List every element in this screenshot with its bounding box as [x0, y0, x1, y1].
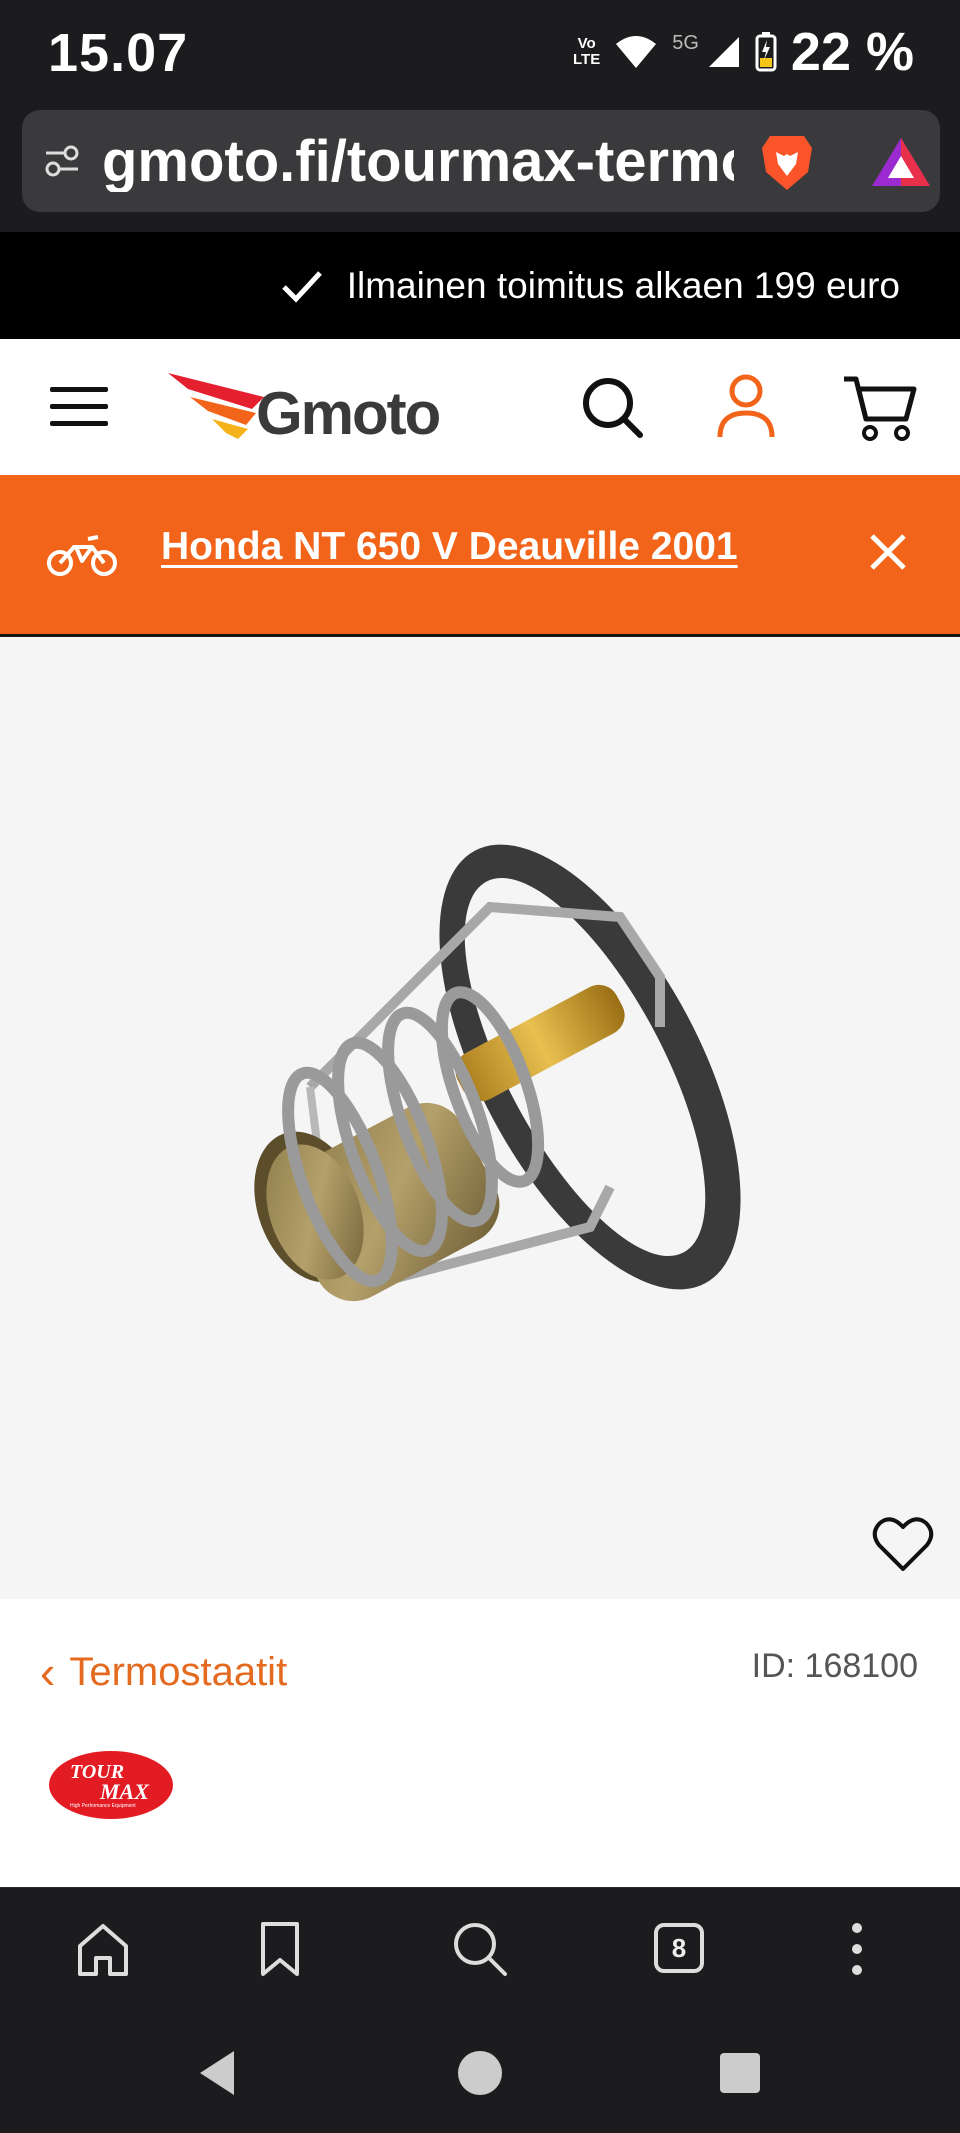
url-text[interactable]: gmoto.fi/tourmax-termostaatti — [102, 132, 734, 192]
menu-icon[interactable] — [50, 383, 108, 431]
heart-icon[interactable] — [872, 1515, 934, 1573]
status-icons: Vo LTE 5G 22 % — [573, 22, 914, 82]
brand-tagline: High Performance Equipment — [70, 1803, 136, 1809]
search-icon[interactable] — [580, 375, 644, 439]
system-nav-bar — [0, 2013, 960, 2133]
brave-lion-icon[interactable] — [758, 132, 816, 192]
cart-icon[interactable] — [842, 373, 918, 443]
brand-max: MAX — [100, 1779, 149, 1804]
url-bar[interactable]: gmoto.fi/tourmax-termostaatti — [22, 110, 940, 212]
home-icon[interactable] — [72, 1918, 134, 1980]
wifi-icon — [616, 36, 657, 68]
network-type: 5G — [672, 31, 699, 54]
check-icon — [281, 270, 322, 303]
tabs-icon[interactable]: 8 — [654, 1923, 704, 1973]
browser-toolbar: 8 — [0, 1887, 960, 2013]
search-icon[interactable] — [449, 1918, 511, 1980]
product-image-area — [0, 637, 960, 1599]
gmoto-logo[interactable]: Gmoto — [168, 367, 448, 451]
more-icon[interactable] — [826, 1918, 888, 1980]
status-bar: 15.07 Vo LTE 5G 22 % — [0, 0, 960, 108]
status-time: 15.07 — [48, 23, 189, 83]
selected-vehicle-bar: Honda NT 650 V Deauville 2001 — [0, 475, 960, 636]
site-header: Gmoto — [0, 339, 960, 475]
product-image[interactable] — [190, 827, 790, 1387]
account-icon[interactable] — [716, 373, 776, 439]
tune-icon[interactable] — [42, 141, 82, 181]
selected-vehicle-link[interactable]: Honda NT 650 V Deauville 2001 — [161, 525, 738, 569]
breadcrumb-category: Termostaatit — [69, 1649, 288, 1694]
chevron-left-icon: ‹ — [40, 1646, 56, 1698]
product-info: ‹ Termostaatit ID: 168100 TOUR MAX High … — [0, 1599, 960, 1887]
recents-icon[interactable] — [710, 2043, 770, 2103]
battery-icon — [755, 32, 777, 72]
close-icon[interactable] — [866, 530, 910, 574]
brand-logo[interactable]: TOUR MAX High Performance Equipment — [48, 1749, 174, 1821]
brave-rewards-icon[interactable] — [870, 136, 932, 188]
breadcrumb[interactable]: ‹ Termostaatit — [40, 1645, 287, 1699]
volte-indicator: Vo LTE — [573, 35, 601, 68]
bookmark-icon[interactable] — [249, 1918, 311, 1980]
free-shipping-banner: Ilmainen toimitus alkaen 199 euro — [0, 232, 960, 339]
logo-text: Gmoto — [256, 380, 441, 447]
back-icon[interactable] — [190, 2043, 250, 2103]
battery-percent: 22 % — [790, 22, 914, 82]
free-shipping-text: Ilmainen toimitus alkaen 199 euro — [346, 264, 900, 306]
home-icon[interactable] — [450, 2043, 510, 2103]
signal-icon — [708, 37, 739, 67]
motorcycle-icon — [47, 535, 117, 576]
product-id: ID: 168100 — [751, 1647, 918, 1685]
